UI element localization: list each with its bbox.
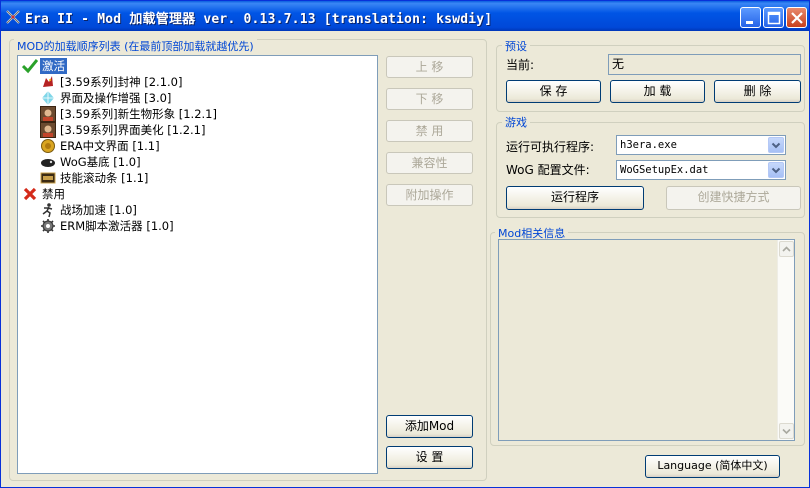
tree-node-label: 激活 xyxy=(40,58,67,74)
tree-item-label: WoG基底 [1.0] xyxy=(60,155,141,169)
portrait-icon xyxy=(40,106,56,122)
current-preset-field: 无 xyxy=(608,54,801,75)
portrait-icon xyxy=(40,122,56,138)
tree-item-label: ERA中文界面 [1.1] xyxy=(60,139,160,153)
settings-button[interactable]: 设 置 xyxy=(386,446,473,469)
window-title: Era II - Mod 加载管理器 ver. 0.13.7.13 [trans… xyxy=(25,12,493,27)
mod-tree[interactable]: 激活 [3.59系列]封神 [2.1.0] 界面及操作增强 [3.0] [3.5… xyxy=(17,55,378,474)
dragon-icon xyxy=(40,74,56,90)
tree-item-label: [3.59系列]封神 [2.1.0] xyxy=(60,75,183,89)
mod-list-group-label: MOD的加载顺序列表 (在最前顶部加载就越优先) xyxy=(14,38,257,54)
current-preset-label: 当前: xyxy=(506,58,535,72)
wog-config-select-value: WoGSetupEx.dat xyxy=(620,164,709,176)
compatibility-button[interactable]: 兼容性 xyxy=(386,152,473,174)
add-mod-button[interactable]: 添加Mod xyxy=(386,415,473,438)
tree-item-label: [3.59系列]界面美化 [1.2.1] xyxy=(60,123,206,137)
delete-preset-button[interactable]: 删 除 xyxy=(714,80,801,103)
move-down-button[interactable]: 下 移 xyxy=(386,88,473,110)
language-button[interactable]: Language (简体中文) xyxy=(645,455,780,478)
mod-info-text[interactable] xyxy=(498,239,795,441)
wog-config-label: WoG 配置文件: xyxy=(506,163,590,177)
scroll-up-icon[interactable] xyxy=(779,241,794,257)
tree-item-label: 界面及操作增强 [3.0] xyxy=(60,91,172,105)
title-bar[interactable]: Era II - Mod 加载管理器 ver. 0.13.7.13 [trans… xyxy=(1,1,809,31)
tree-item-label: 战场加速 [1.0] xyxy=(60,203,137,217)
exe-select[interactable]: h3era.exe xyxy=(616,135,786,155)
load-preset-button[interactable]: 加 载 xyxy=(610,80,705,103)
gold-coin-icon xyxy=(40,138,56,154)
minimize-button[interactable] xyxy=(740,7,761,28)
presets-group-label: 预设 xyxy=(502,38,530,54)
red-x-icon xyxy=(22,186,38,202)
extra-actions-button[interactable]: 附加操作 xyxy=(386,184,473,206)
vertical-scrollbar[interactable] xyxy=(777,240,794,440)
move-up-button[interactable]: 上 移 xyxy=(386,56,473,78)
disable-button[interactable]: 禁 用 xyxy=(386,120,473,142)
run-game-button[interactable]: 运行程序 xyxy=(506,186,644,210)
chevron-down-icon[interactable] xyxy=(768,137,784,153)
game-group-label: 游戏 xyxy=(502,114,530,130)
green-check-icon xyxy=(21,58,39,74)
maximize-button[interactable] xyxy=(763,7,784,28)
wog-config-select[interactable]: WoGSetupEx.dat xyxy=(616,160,786,180)
tree-item-label: 技能滚动条 [1.1] xyxy=(60,171,149,185)
close-button[interactable] xyxy=(786,7,807,28)
gear-icon xyxy=(40,218,56,234)
chevron-down-icon[interactable] xyxy=(768,162,784,178)
tree-item-label: [3.59系列]新生物形象 [1.2.1] xyxy=(60,107,217,121)
scroll-down-icon[interactable] xyxy=(779,423,794,439)
tree-node-active[interactable]: 激活 xyxy=(21,58,102,74)
tree-node-label: 禁用 xyxy=(42,187,65,201)
exe-select-value: h3era.exe xyxy=(620,139,677,151)
crystal-icon xyxy=(40,90,56,106)
exe-label: 运行可执行程序: xyxy=(506,140,595,154)
running-man-icon xyxy=(40,202,56,218)
scroll-bar-icon xyxy=(40,170,56,186)
save-preset-button[interactable]: 保 存 xyxy=(506,80,601,103)
main-window: Era II - Mod 加载管理器 ver. 0.13.7.13 [trans… xyxy=(0,0,810,488)
dark-creature-icon xyxy=(40,154,56,170)
crossed-swords-icon xyxy=(5,9,21,25)
create-shortcut-button[interactable]: 创建快捷方式 xyxy=(666,186,801,210)
tree-item-label: ERM脚本激活器 [1.0] xyxy=(60,219,174,233)
